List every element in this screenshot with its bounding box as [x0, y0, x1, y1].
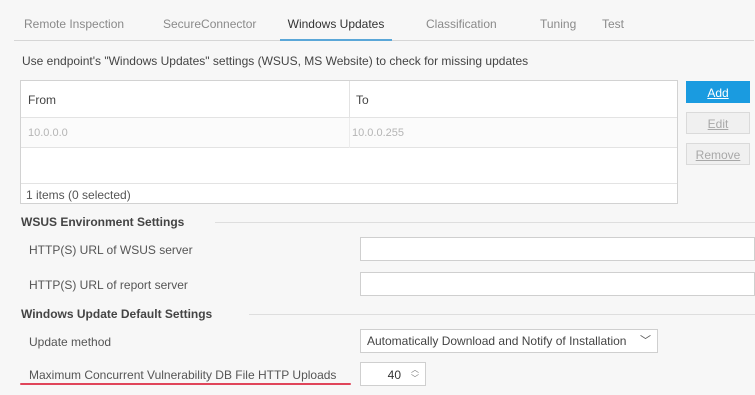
section-divider	[215, 222, 755, 223]
column-header-to[interactable]: To	[356, 93, 369, 107]
report-server-input[interactable]	[360, 272, 755, 296]
row-divider	[349, 118, 350, 148]
table-footer: 1 items (0 selected)	[21, 183, 677, 203]
add-button[interactable]: Add	[686, 81, 750, 103]
wsus-section-title: WSUS Environment Settings	[21, 215, 185, 229]
max-uploads-label: Maximum Concurrent Vulnerability DB File…	[29, 368, 337, 382]
update-method-select[interactable]: Automatically Download and Notify of Ins…	[360, 329, 658, 353]
tab-classification[interactable]: Classification	[426, 17, 497, 41]
tab-test[interactable]: Test	[602, 17, 624, 41]
table-header: From To	[21, 81, 677, 118]
stepper-arrows-icon[interactable]: ︿ ﹀	[409, 365, 421, 383]
add-button-label: Add	[707, 86, 729, 100]
section-divider	[249, 314, 755, 315]
defaults-section-title: Windows Update Default Settings	[21, 307, 213, 321]
tab-bar: Remote Inspection SecureConnector Window…	[14, 9, 754, 41]
max-uploads-stepper[interactable]: 40 ︿ ﹀	[360, 362, 426, 386]
tab-windows-updates[interactable]: Windows Updates	[280, 17, 392, 41]
instruction-text: Use endpoint's "Windows Updates" setting…	[22, 54, 529, 68]
wsus-server-input[interactable]	[360, 237, 755, 261]
update-method-label: Update method	[29, 335, 112, 349]
remove-button-label: Remove	[695, 148, 741, 162]
tab-remote-inspection[interactable]: Remote Inspection	[24, 17, 124, 41]
selection-count: 1 items (0 selected)	[26, 188, 131, 202]
highlight-underline	[20, 383, 351, 385]
column-header-from[interactable]: From	[28, 93, 56, 107]
max-uploads-value: 40	[387, 368, 401, 382]
cell-from: 10.0.0.0	[28, 127, 68, 139]
cell-to: 10.0.0.255	[352, 127, 404, 139]
table-row[interactable]: 10.0.0.0 10.0.0.255	[21, 118, 677, 148]
tab-secureconnector[interactable]: SecureConnector	[163, 17, 256, 41]
tab-tuning[interactable]: Tuning	[540, 17, 576, 41]
edit-button[interactable]: Edit	[686, 112, 750, 134]
report-server-label: HTTP(S) URL of report server	[29, 278, 188, 292]
edit-button-label: Edit	[707, 117, 729, 131]
wsus-server-label: HTTP(S) URL of WSUS server	[29, 243, 193, 257]
windows-updates-panel: Remote Inspection SecureConnector Window…	[0, 0, 755, 395]
ip-range-table: From To 10.0.0.0 10.0.0.255 1 items (0 s…	[20, 80, 678, 204]
column-divider	[349, 81, 350, 118]
chevron-down-icon: ﹀	[640, 335, 651, 347]
remove-button[interactable]: Remove	[686, 143, 750, 165]
update-method-value: Automatically Download and Notify of Ins…	[367, 334, 627, 348]
